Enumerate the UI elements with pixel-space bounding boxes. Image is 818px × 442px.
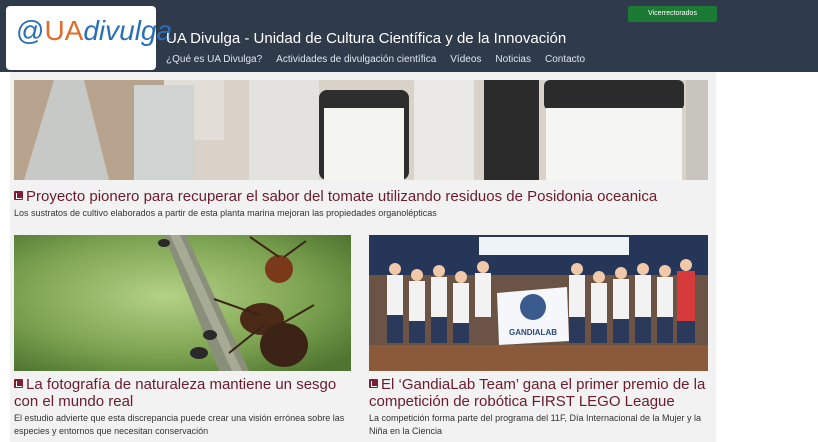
nav-videos[interactable]: Vídeos — [450, 54, 481, 66]
site-logo[interactable]: @UAdivulga — [6, 6, 172, 70]
article-headline-tomato[interactable]: Proyecto pionero para recuperar el sabor… — [14, 188, 712, 205]
site-header: @UAdivulga Vicerrectorados UA Divulga - … — [0, 0, 818, 72]
vicerrectorados-button[interactable]: Vicerrectorados — [628, 6, 717, 22]
article-summary-gandialab: La competición forma parte del programa … — [369, 413, 702, 436]
article-headline-gandialab[interactable]: El ‘GandiaLab Team’ gana el primer premi… — [369, 376, 711, 410]
article-bullet-icon — [14, 379, 23, 388]
nav-contacto[interactable]: Contacto — [545, 54, 585, 66]
page: @UAdivulga Vicerrectorados UA Divulga - … — [0, 0, 818, 442]
article-bullet-icon — [369, 379, 378, 388]
article-summary-nature: El estudio advierte que esta discrepanci… — [14, 413, 345, 436]
article-headline-nature[interactable]: La fotografía de naturaleza mantiene un … — [14, 376, 354, 410]
headline-text[interactable]: La fotografía de naturaleza mantiene un … — [14, 376, 336, 410]
ant-on-stem-image — [14, 235, 351, 371]
site-title: UA Divulga - Unidad de Cultura Científic… — [166, 30, 567, 47]
robotics-team-image: GANDIALAB — [369, 235, 708, 371]
nav-que-es[interactable]: ¿Qué es UA Divulga? — [166, 54, 262, 66]
nav-noticias[interactable]: Noticias — [495, 54, 531, 66]
lab-flasks-image — [14, 80, 708, 180]
article-photo-ant[interactable] — [14, 235, 351, 371]
headline-text[interactable]: El ‘GandiaLab Team’ gana el primer premi… — [369, 376, 705, 410]
main-nav: ¿Qué es UA Divulga? Actividades de divul… — [166, 54, 599, 66]
article-summary-tomato: Los sustratos de cultivo elaborados a pa… — [14, 208, 437, 218]
nav-actividades[interactable]: Actividades de divulgación científica — [276, 54, 436, 66]
headline-text[interactable]: Proyecto pionero para recuperar el sabor… — [26, 188, 657, 205]
article-photo-tomato[interactable] — [14, 80, 708, 180]
article-bullet-icon — [14, 191, 23, 200]
logo-text: @UAdivulga — [16, 15, 173, 46]
team-banner-text: GANDIALAB — [509, 328, 557, 337]
article-photo-gandialab[interactable]: GANDIALAB — [369, 235, 708, 371]
news-list: Proyecto pionero para recuperar el sabor… — [10, 72, 716, 442]
